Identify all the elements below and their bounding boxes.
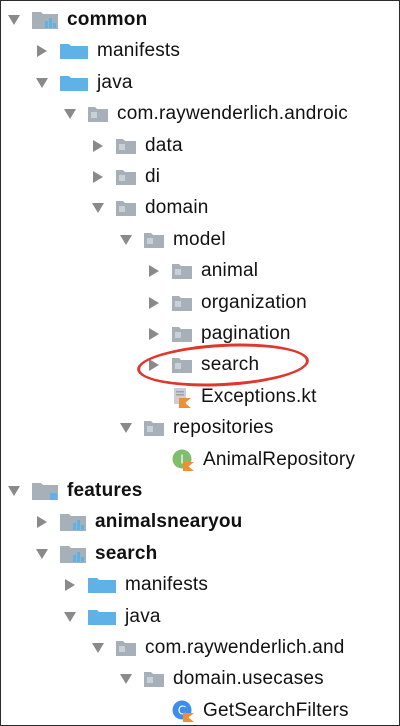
collapsed-arrow-icon[interactable]	[35, 515, 49, 529]
package-folder-icon	[143, 670, 165, 688]
tree-row-label: model	[173, 228, 226, 250]
expanded-arrow-icon[interactable]	[35, 76, 49, 90]
expanded-arrow-icon[interactable]	[7, 484, 21, 498]
package-folder-icon	[115, 639, 137, 657]
tree-row[interactable]: I AnimalRepository	[1, 445, 399, 475]
tree-row-label: GetSearchFilters	[203, 699, 349, 721]
tree-row-label: domain.usecases	[173, 668, 324, 690]
collapsed-arrow-icon[interactable]	[147, 327, 161, 341]
tree-row[interactable]: features	[1, 476, 399, 506]
expanded-arrow-icon[interactable]	[91, 641, 105, 655]
tree-row-label: data	[145, 134, 183, 156]
tree-row[interactable]: Exceptions.kt	[1, 382, 399, 412]
tree-row-label: domain	[145, 197, 209, 219]
collapsed-arrow-icon[interactable]	[147, 264, 161, 278]
kotlin-class-icon: C	[171, 699, 195, 723]
collapsed-arrow-icon[interactable]	[91, 170, 105, 184]
module-folder-icon	[59, 512, 87, 532]
kotlin-interface-icon: I	[171, 448, 195, 472]
tree-row[interactable]: domain	[1, 193, 399, 223]
tree-row[interactable]: di	[1, 162, 399, 192]
expanded-arrow-icon[interactable]	[91, 201, 105, 215]
collapsed-arrow-icon[interactable]	[35, 44, 49, 58]
folder-blue-icon	[59, 42, 89, 60]
package-folder-icon	[115, 199, 137, 217]
tree-row-label: repositories	[173, 417, 274, 439]
expanded-arrow-icon[interactable]	[63, 107, 77, 121]
expanded-arrow-icon[interactable]	[35, 547, 49, 561]
tree-row[interactable]: search	[1, 539, 399, 569]
collapsed-arrow-icon[interactable]	[147, 358, 161, 372]
tree-row[interactable]: model	[1, 225, 399, 255]
folder-plain-icon	[31, 481, 59, 501]
tree-row[interactable]: C GetSearchFilters	[1, 696, 399, 725]
tree-row-label: features	[67, 480, 143, 501]
tree-row[interactable]: com.raywenderlich.androic	[1, 99, 399, 129]
tree-row[interactable]: common	[1, 5, 399, 35]
collapsed-arrow-icon[interactable]	[147, 296, 161, 310]
package-folder-icon	[143, 231, 165, 249]
module-folder-icon	[59, 544, 87, 564]
package-folder-icon	[115, 168, 137, 186]
expanded-arrow-icon[interactable]	[119, 421, 133, 435]
tree-row[interactable]: manifests	[1, 570, 399, 600]
tree-row[interactable]: domain.usecases	[1, 664, 399, 694]
tree-row-label: java	[125, 605, 161, 627]
tree-row-label: AnimalRepository	[203, 448, 356, 470]
expanded-arrow-icon[interactable]	[7, 13, 21, 27]
package-folder-icon	[171, 262, 193, 280]
collapsed-arrow-icon[interactable]	[63, 578, 77, 592]
tree-row-label: com.raywenderlich.and	[145, 637, 345, 658]
tree-row[interactable]: search	[1, 350, 399, 380]
package-folder-icon	[115, 137, 137, 155]
package-folder-icon	[171, 356, 193, 374]
tree-row-label: Exceptions.kt	[201, 385, 317, 407]
project-tree-panel: common manifests java com.raywenderlich.and…	[0, 0, 400, 726]
package-folder-icon	[143, 419, 165, 437]
package-folder-icon	[171, 325, 193, 343]
tree-row-label: common	[67, 9, 148, 30]
tree-row[interactable]: organization	[1, 288, 399, 318]
tree-row[interactable]: java	[1, 68, 399, 98]
tree-row-label: search	[201, 354, 260, 376]
folder-blue-icon	[87, 608, 117, 626]
expanded-arrow-icon[interactable]	[119, 672, 133, 686]
tree-row-label: organization	[201, 291, 307, 313]
tree-row-label: di	[145, 166, 161, 187]
tree-row[interactable]: java	[1, 602, 399, 632]
tree-row[interactable]: animal	[1, 256, 399, 286]
tree-row-label: com.raywenderlich.androic	[117, 103, 348, 125]
tree-row-label: manifests	[125, 574, 209, 596]
package-folder-icon	[87, 105, 109, 123]
tree-row[interactable]: com.raywenderlich.and	[1, 633, 399, 663]
collapsed-arrow-icon[interactable]	[91, 139, 105, 153]
tree-row[interactable]: animalsnearyou	[1, 507, 399, 537]
expanded-arrow-icon[interactable]	[119, 233, 133, 247]
tree-row[interactable]: data	[1, 131, 399, 161]
tree-row-label: search	[95, 542, 158, 564]
tree-row-label: java	[97, 71, 133, 93]
package-folder-icon	[171, 294, 193, 312]
kotlin-file-icon	[171, 386, 193, 408]
tree-row-label: pagination	[201, 323, 291, 344]
tree-row-label: manifests	[97, 40, 181, 62]
folder-blue-icon	[87, 576, 117, 594]
tree-row[interactable]: manifests	[1, 36, 399, 66]
tree-row-label: animal	[201, 260, 259, 282]
folder-blue-icon	[59, 74, 89, 92]
expanded-arrow-icon[interactable]	[63, 610, 77, 624]
tree-row[interactable]: repositories	[1, 413, 399, 443]
tree-row-label: animalsnearyou	[95, 511, 243, 533]
module-folder-icon	[31, 10, 59, 30]
project-tree: common manifests java com.raywenderlich.and…	[1, 1, 399, 725]
tree-row[interactable]: pagination	[1, 319, 399, 349]
